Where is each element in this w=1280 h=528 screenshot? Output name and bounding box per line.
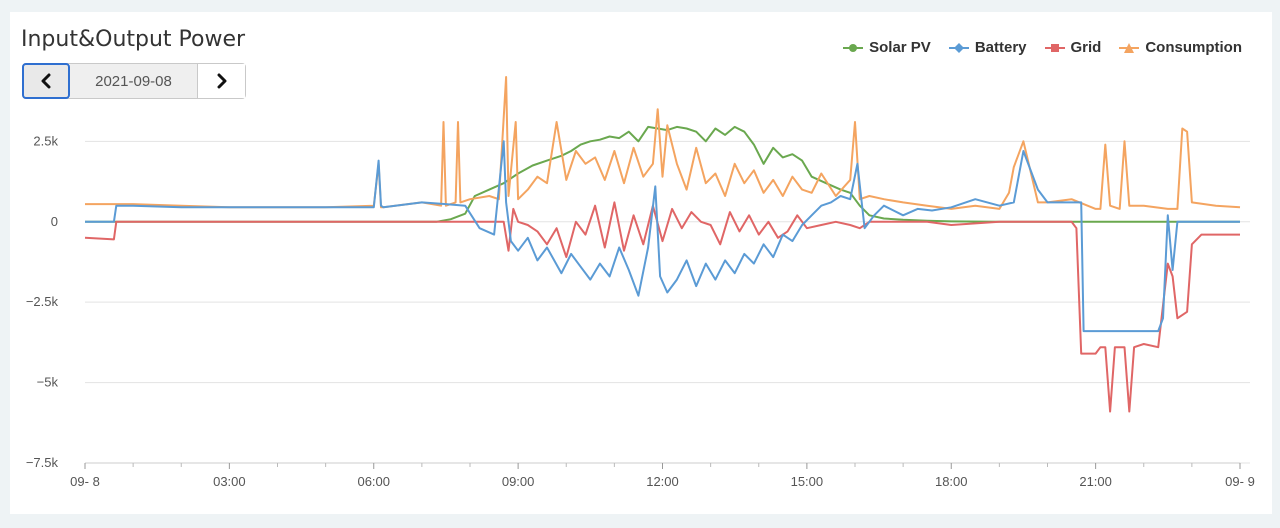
x-tick-label: 09:00 [502,474,535,489]
y-tick-label: 0 [51,214,58,229]
x-tick-label: 03:00 [213,474,246,489]
series-line-grid [84,201,1240,413]
y-tick-label: −7.5k [26,455,59,470]
x-tick-label: 09- 8 [70,474,100,489]
y-tick-label: −5k [37,375,59,390]
power-line-chart: 2.5k 0 −2.5k −5k −7.5k 09- 8 03:00 06:00 09:00 12… [26,76,1255,489]
x-tick-label: 15:00 [791,474,824,489]
x-tick-label: 09- 9 [1225,474,1255,489]
x-tick-label: 18:00 [935,474,968,489]
x-tick-label: 21:00 [1079,474,1112,489]
y-tick-label: −2.5k [26,294,59,309]
series-line-consumption [85,76,1241,210]
y-tick-label: 2.5k [33,133,58,148]
x-tick-label: 12:00 [646,474,679,489]
x-tick-label: 06:00 [357,474,390,489]
